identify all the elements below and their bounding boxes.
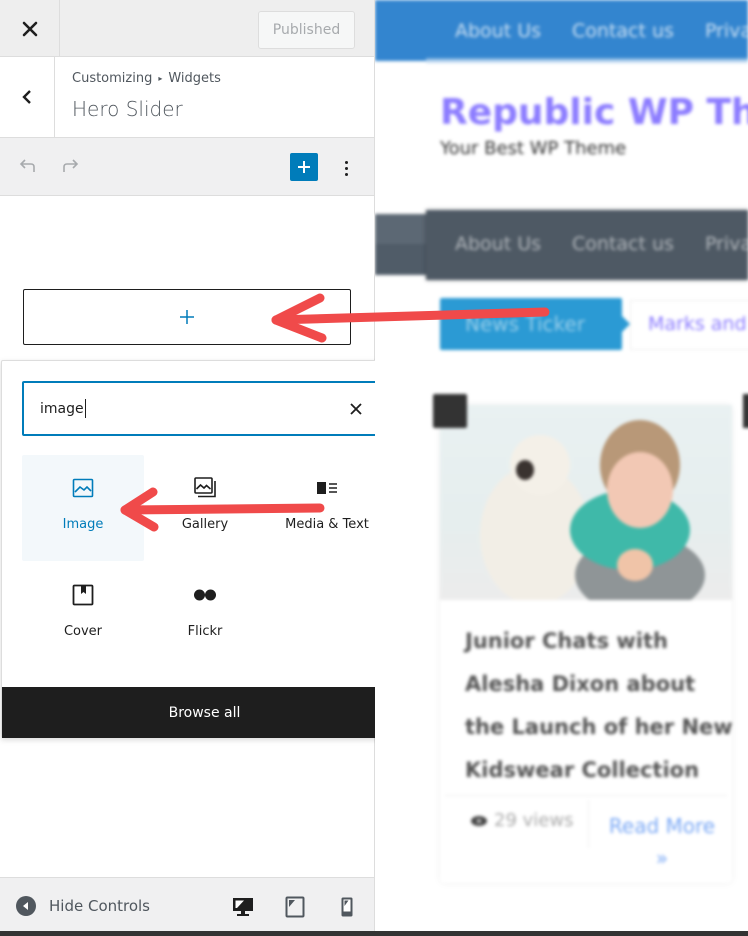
dot-icon (344, 160, 348, 164)
block-item-label: Cover (63, 624, 103, 639)
category-badge (743, 394, 748, 428)
redo-icon (63, 159, 79, 172)
nav-link[interactable]: Privacy (705, 233, 748, 255)
post-thumbnail[interactable] (440, 405, 732, 600)
site-title[interactable]: Republic WP Theme (440, 92, 748, 133)
plus-icon (180, 310, 194, 324)
image-icon (70, 475, 96, 501)
site-tagline: Your Best WP Theme (440, 138, 627, 159)
block-inserter-popover: Image Gallery (1, 360, 408, 738)
card-divider (445, 795, 727, 796)
customizer-sidebar: Published Customizing ▸ Widgets Hero Sli… (0, 0, 408, 936)
news-ticker-label: News Ticker (440, 298, 622, 350)
collapse-arrow-icon (16, 896, 36, 916)
media-text-icon (314, 475, 340, 501)
meta-separator (588, 800, 589, 848)
block-appender-button[interactable] (23, 289, 351, 345)
breadcrumb-item: Widgets (168, 71, 221, 86)
add-block-toggle-button[interactable] (290, 153, 318, 181)
views-count: 29 views (494, 810, 574, 831)
chevron-left-icon (22, 90, 31, 104)
back-button[interactable] (0, 57, 55, 137)
ticker-arrow-icon (620, 314, 630, 334)
close-customizer-button[interactable] (0, 0, 60, 57)
published-button[interactable]: Published (258, 11, 355, 49)
window-bottom-border (0, 931, 748, 936)
section-header: Customizing ▸ Widgets Hero Slider (0, 57, 374, 138)
redo-button[interactable] (58, 155, 82, 179)
nav-link[interactable]: About Us (455, 233, 541, 255)
customizer-screen: Published Customizing ▸ Widgets Hero Sli… (0, 0, 748, 936)
hide-controls-button[interactable]: Hide Controls (16, 896, 150, 916)
hide-controls-label: Hide Controls (49, 897, 151, 915)
text-caret (85, 399, 86, 418)
nav-link[interactable]: Contact us (572, 20, 674, 42)
block-item-media-text[interactable]: Media & Text (266, 455, 388, 561)
flickr-icon (192, 582, 218, 608)
customizer-footer: Hide Controls (0, 877, 374, 936)
block-item-label: Media & Text (285, 517, 369, 532)
post-views: 29 views (470, 810, 573, 831)
undo-icon (19, 159, 35, 172)
main-nav-links: About Us Contact us Privacy (455, 233, 748, 255)
dot-icon (344, 172, 348, 176)
top-nav-shadow (426, 58, 748, 64)
block-item-image[interactable]: Image (22, 455, 144, 561)
gallery-icon (192, 475, 218, 501)
preview-tablet-button[interactable] (282, 894, 308, 920)
block-item-label: Image (62, 517, 104, 532)
customizer-topbar: Published (0, 0, 374, 57)
block-search-input[interactable] (40, 383, 330, 434)
breadcrumb: Customizing ▸ Widgets (72, 71, 221, 86)
breadcrumb-separator: ▸ (158, 74, 163, 83)
nav-link[interactable]: Contact us (572, 233, 674, 255)
mobile-icon (341, 897, 353, 917)
options-menu-button[interactable] (336, 154, 356, 182)
news-ticker-item[interactable]: Marks and Spencer (648, 313, 748, 335)
block-item-label: Flickr (187, 624, 223, 639)
block-item-cover[interactable]: Cover (22, 562, 144, 668)
preview-desktop-button[interactable] (230, 894, 256, 920)
browse-all-button[interactable]: Browse all (2, 687, 407, 738)
clear-search-button[interactable] (342, 395, 370, 423)
category-badge (433, 394, 467, 428)
close-icon (350, 403, 362, 415)
desktop-icon (233, 898, 253, 916)
post-card: Junior Chats with Alesha Dixon about the… (440, 405, 735, 883)
undo-button[interactable] (16, 155, 40, 179)
breadcrumb-item: Customizing (72, 71, 153, 86)
close-icon (22, 21, 37, 36)
main-nav-highlight (375, 214, 426, 244)
page-title: Hero Slider (72, 97, 183, 121)
nav-link[interactable]: About Us (455, 20, 541, 42)
site-preview[interactable]: About Us Contact us Privacy Republic WP … (375, 0, 748, 936)
read-more-link[interactable]: Read More » (602, 810, 722, 874)
post-title[interactable]: Junior Chats with Alesha Dixon about the… (465, 620, 735, 792)
preview-mobile-button[interactable] (334, 894, 360, 920)
dot-icon (344, 166, 348, 170)
cover-icon (70, 582, 96, 608)
top-nav-links: About Us Contact us Privacy (455, 20, 748, 42)
nav-link[interactable]: Privacy (705, 20, 748, 42)
tablet-icon (285, 896, 305, 918)
eye-icon (471, 815, 487, 826)
block-item-flickr[interactable]: Flickr (144, 562, 266, 668)
block-search-field (22, 381, 388, 436)
block-item-gallery[interactable]: Gallery (144, 455, 266, 561)
plus-icon (298, 161, 310, 173)
block-item-label: Gallery (181, 517, 229, 532)
